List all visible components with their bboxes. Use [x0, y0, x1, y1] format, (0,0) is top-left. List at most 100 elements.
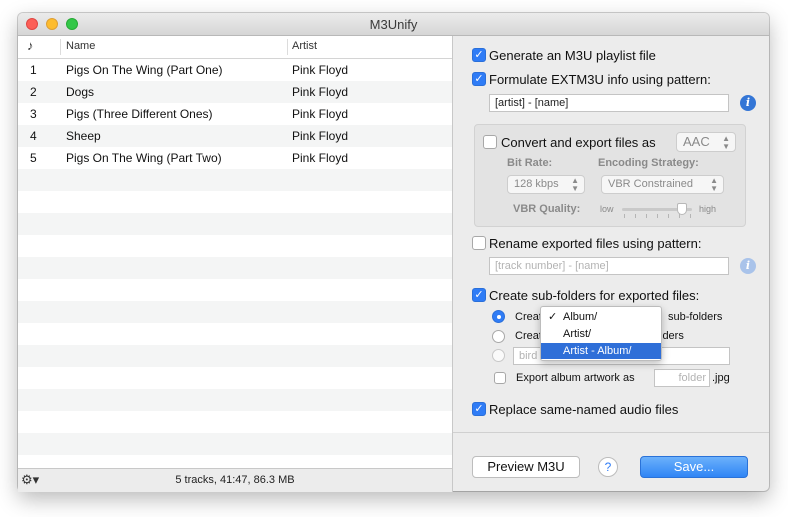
radio-1-label-suffix: sub-folders [668, 311, 723, 323]
track-name: Pigs On The Wing (Part One) [66, 63, 223, 77]
track-name: Pigs On The Wing (Part Two) [66, 151, 222, 165]
subfolders-radio-1[interactable] [492, 310, 505, 323]
preview-m3u-button[interactable]: Preview M3U [472, 456, 580, 478]
popup-arrows-icon: ▲ ▼ [722, 134, 730, 151]
track-number: 3 [30, 107, 37, 121]
checkmark-icon: ✓ [548, 311, 558, 323]
track-name: Dogs [66, 85, 95, 99]
track-table[interactable]: ♪ Name Artist 1 Pigs On The Wing (Part On… [18, 36, 453, 468]
menu-item-label: Artist - Album/ [563, 345, 632, 357]
table-row[interactable] [18, 367, 452, 389]
extm3u-label: Formulate EXTM3U info using pattern: [489, 72, 711, 87]
artwork-name-field[interactable]: folder [654, 369, 710, 387]
slider-tick [646, 214, 647, 218]
bitrate-popup[interactable]: 128 kbps ▲ ▼ [507, 175, 585, 194]
table-row[interactable] [18, 433, 452, 455]
table-row[interactable]: 1 Pigs On The Wing (Part One) Pink Floyd [18, 59, 452, 81]
bitrate-label: Bit Rate: [507, 157, 553, 169]
extm3u-pattern-field[interactable]: [artist] - [name] [489, 94, 729, 112]
table-row[interactable]: 3 Pigs (Three Different Ones) Pink Floyd [18, 103, 452, 125]
track-artist: Pink Floyd [292, 151, 349, 165]
table-row[interactable] [18, 345, 452, 367]
replace-label: Replace same-named audio files [489, 402, 679, 417]
slider-tick [635, 214, 636, 218]
table-row[interactable] [18, 169, 452, 191]
track-name: Sheep [66, 129, 101, 143]
column-header-name[interactable]: Name [66, 40, 95, 52]
format-popup-value: AAC [683, 134, 710, 149]
track-number: 2 [30, 85, 37, 99]
menu-item[interactable]: Artist - Album/ [541, 343, 661, 359]
track-artist: Pink Floyd [292, 107, 349, 121]
artwork-extension: .jpg [712, 372, 730, 384]
subfolder-popup-menu[interactable]: ✓ Album/Artist/Artist - Album/ [540, 306, 662, 361]
menu-item[interactable]: Artist/ [541, 326, 661, 342]
generate-m3u-checkbox[interactable]: ✓ [472, 48, 486, 62]
track-artist: Pink Floyd [292, 85, 349, 99]
rename-checkbox[interactable] [472, 236, 486, 250]
track-artist: Pink Floyd [292, 63, 349, 77]
track-name: Pigs (Three Different Ones) [66, 107, 213, 121]
rename-pattern-field[interactable]: [track number] - [name] [489, 257, 729, 275]
table-row[interactable] [18, 191, 452, 213]
subfolders-label: Create sub-folders for exported files: [489, 288, 700, 303]
track-number-icon[interactable]: ♪ [27, 38, 34, 53]
subfolders-radio-3[interactable] [492, 349, 505, 362]
rename-info-icon[interactable]: i [740, 258, 756, 274]
subfolders-checkbox[interactable]: ✓ [472, 288, 486, 302]
vbr-quality-label: VBR Quality: [513, 203, 581, 215]
strategy-popup-value: VBR Constrained [608, 178, 693, 190]
slider-tick [690, 214, 691, 218]
format-popup[interactable]: AAC ▲ ▼ [676, 132, 736, 152]
popup-arrows-icon: ▲ ▼ [710, 176, 718, 193]
table-row[interactable] [18, 389, 452, 411]
title-bar: M3Unify [18, 13, 769, 36]
popup-arrows-icon: ▲ ▼ [571, 176, 579, 193]
table-row[interactable]: 4 Sheep Pink Floyd [18, 125, 452, 147]
divider [453, 432, 769, 433]
status-bar: ⚙▾ 5 tracks, 41:47, 86.3 MB [18, 468, 453, 492]
table-row[interactable] [18, 301, 452, 323]
menu-item-label: Album/ [563, 311, 598, 323]
vbr-slider-knob[interactable] [676, 203, 687, 215]
table-header: ♪ Name Artist [18, 36, 452, 59]
column-header-artist[interactable]: Artist [292, 40, 317, 52]
track-number: 5 [30, 151, 37, 165]
help-button[interactable]: ? [598, 457, 618, 477]
table-row[interactable] [18, 411, 452, 433]
status-text: 5 tracks, 41:47, 86.3 MB [175, 474, 295, 486]
convert-checkbox[interactable] [483, 135, 497, 149]
radio-1-label-prefix: Creat [515, 311, 542, 323]
table-row[interactable] [18, 279, 452, 301]
strategy-popup[interactable]: VBR Constrained ▲ ▼ [601, 175, 724, 194]
table-row[interactable] [18, 257, 452, 279]
vbr-high-label: high [699, 204, 717, 214]
track-artist: Pink Floyd [292, 129, 349, 143]
strategy-label: Encoding Strategy: [598, 157, 699, 169]
slider-tick [668, 214, 669, 218]
save-button[interactable]: Save... [640, 456, 748, 478]
table-row[interactable]: 2 Dogs Pink Floyd [18, 81, 452, 103]
table-row[interactable] [18, 235, 452, 257]
menu-item[interactable]: ✓ Album/ [541, 309, 661, 325]
export-artwork-label: Export album artwork as [516, 372, 635, 384]
export-artwork-checkbox[interactable] [494, 372, 506, 384]
track-number: 4 [30, 129, 37, 143]
radio-2-label-prefix: Creat [515, 330, 542, 342]
extm3u-checkbox[interactable]: ✓ [472, 72, 486, 86]
slider-tick [624, 214, 625, 218]
table-row[interactable] [18, 323, 452, 345]
window-title: M3Unify [369, 17, 418, 32]
slider-tick [657, 214, 658, 218]
table-row[interactable] [18, 213, 452, 235]
subfolders-radio-2[interactable] [492, 330, 505, 343]
extm3u-info-icon[interactable]: i [740, 95, 756, 111]
track-number: 1 [30, 63, 37, 77]
vbr-low-label: low [600, 204, 614, 214]
replace-checkbox[interactable]: ✓ [472, 402, 486, 416]
bitrate-popup-value: 128 kbps [514, 178, 559, 190]
generate-m3u-label: Generate an M3U playlist file [489, 48, 656, 63]
convert-label: Convert and export files as [501, 135, 656, 150]
table-row[interactable]: 5 Pigs On The Wing (Part Two) Pink Floyd [18, 147, 452, 169]
menu-item-label: Artist/ [563, 328, 592, 340]
